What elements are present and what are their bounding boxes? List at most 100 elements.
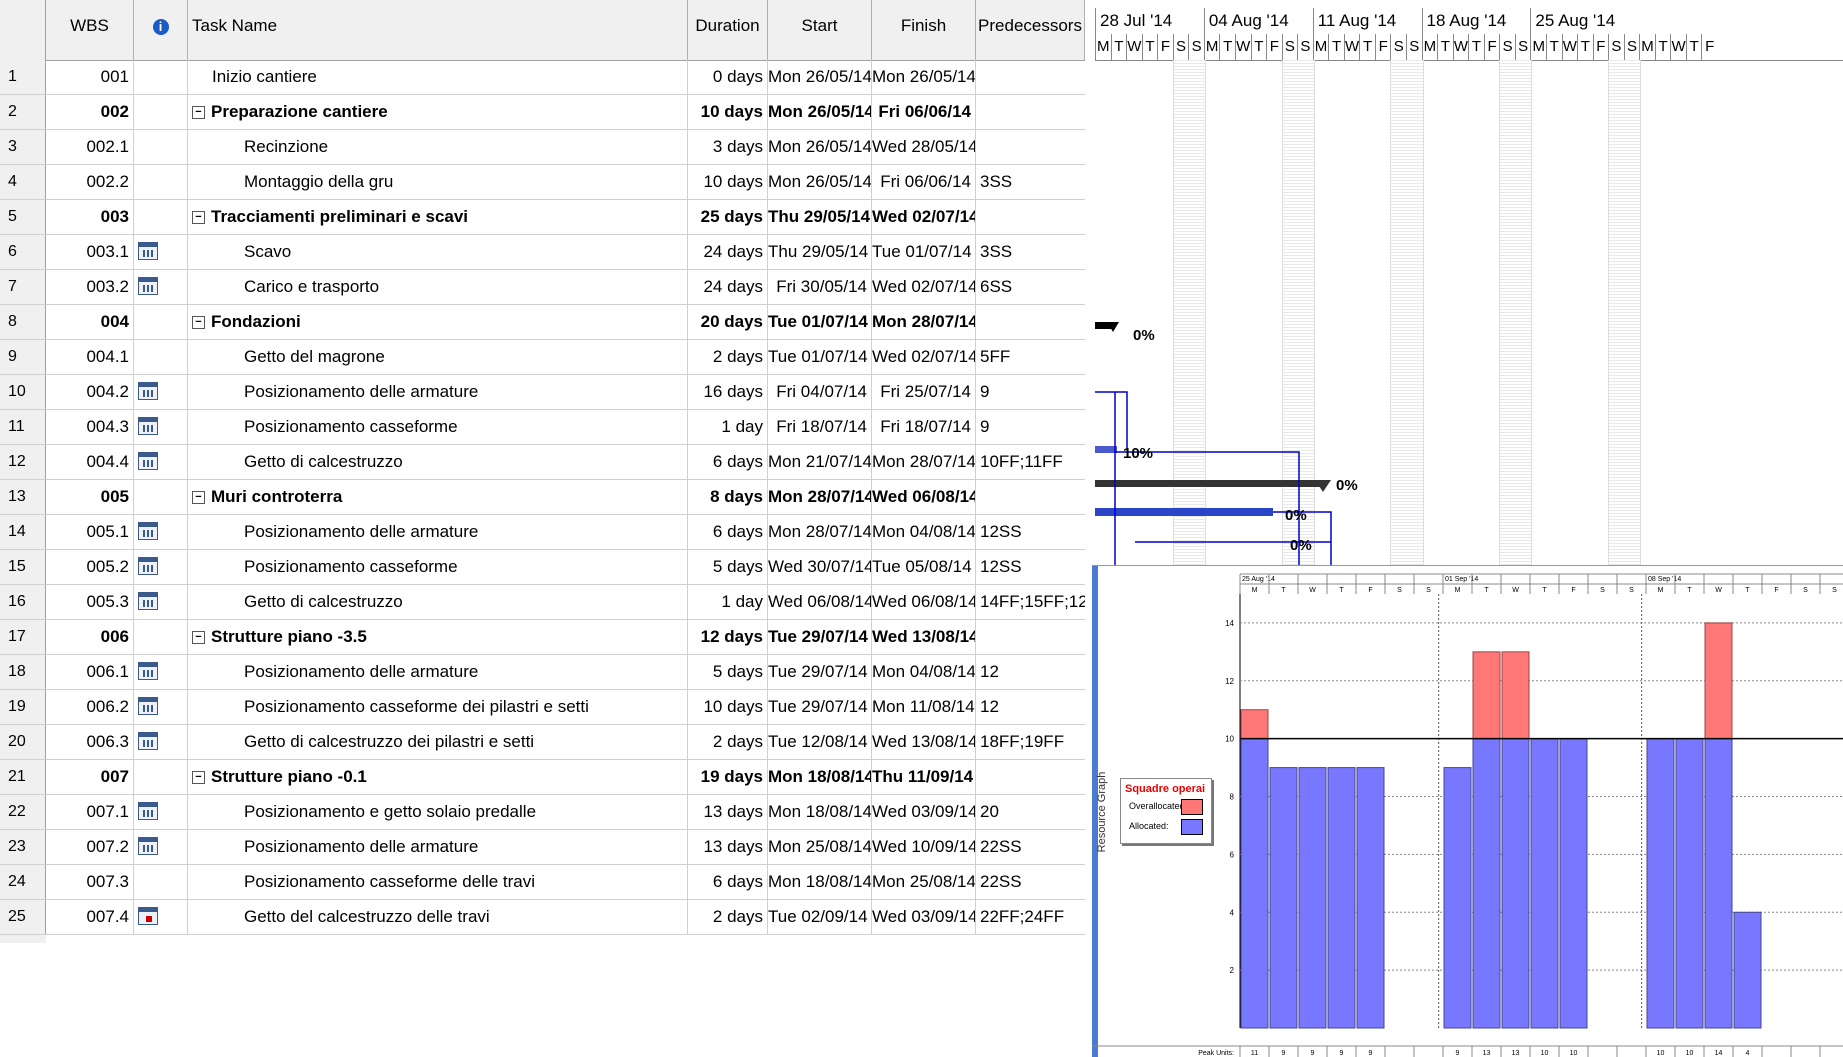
wbs-cell[interactable]: 005.2: [46, 550, 134, 584]
col-header-finish[interactable]: Finish: [872, 0, 976, 60]
indicator-cell[interactable]: [134, 760, 188, 794]
task-name-cell[interactable]: − Fondazioni: [188, 305, 688, 339]
finish-cell[interactable]: Thu 11/09/14: [872, 760, 976, 794]
wbs-cell[interactable]: 007.4: [46, 900, 134, 934]
finish-cell[interactable]: Wed 02/07/14: [872, 340, 976, 374]
finish-cell[interactable]: Wed 28/05/14: [872, 130, 976, 164]
start-cell[interactable]: Tue 01/07/14: [768, 305, 872, 339]
task-name-cell[interactable]: Inizio cantiere: [188, 60, 688, 94]
wbs-cell[interactable]: 002.2: [46, 165, 134, 199]
task-name-cell[interactable]: Posizionamento delle armature: [188, 515, 688, 549]
overallocated-bar[interactable]: [1501, 651, 1530, 740]
predecessors-cell[interactable]: [976, 760, 1085, 794]
table-row[interactable]: 1 001 Inizio cantiere 0 days Mon 26/05/14 Mon…: [0, 60, 1085, 95]
finish-cell[interactable]: Mon 11/08/14: [872, 690, 976, 724]
duration-cell[interactable]: 6 days: [688, 515, 768, 549]
start-cell[interactable]: Fri 30/05/14: [768, 270, 872, 304]
allocated-bar[interactable]: [1530, 738, 1559, 1029]
wbs-cell[interactable]: 006.3: [46, 725, 134, 759]
finish-cell[interactable]: Wed 06/08/14: [872, 585, 976, 619]
wbs-cell[interactable]: 007.1: [46, 795, 134, 829]
collapse-icon[interactable]: −: [192, 771, 205, 785]
duration-cell[interactable]: 2 days: [688, 725, 768, 759]
predecessors-cell[interactable]: 10FF;11FF: [976, 445, 1085, 479]
row-number[interactable]: 22: [0, 795, 46, 829]
predecessors-cell[interactable]: 22SS: [976, 865, 1085, 899]
start-cell[interactable]: Tue 02/09/14: [768, 900, 872, 934]
collapse-icon[interactable]: −: [192, 106, 205, 120]
overallocated-bar[interactable]: [1240, 709, 1269, 740]
finish-cell[interactable]: Mon 26/05/14: [872, 60, 976, 94]
table-row[interactable]: 22 007.1 Posizionamento e getto solaio pre…: [0, 795, 1085, 830]
duration-cell[interactable]: 10 days: [688, 690, 768, 724]
duration-cell[interactable]: 25 days: [688, 200, 768, 234]
collapse-icon[interactable]: −: [192, 491, 205, 505]
task-name-cell[interactable]: Montaggio della gru: [188, 165, 688, 199]
duration-cell[interactable]: 1 day: [688, 585, 768, 619]
wbs-cell[interactable]: 003.2: [46, 270, 134, 304]
table-row[interactable]: 18 006.1 Posizionamento delle armature 5 da…: [0, 655, 1085, 690]
table-row[interactable]: 9 004.1 Getto del magrone 2 days Tue 01/07/1…: [0, 340, 1085, 375]
dependency-link[interactable]: [1095, 391, 1128, 448]
wbs-cell[interactable]: 003.1: [46, 235, 134, 269]
task-bar[interactable]: [1095, 508, 1273, 516]
predecessors-cell[interactable]: 22SS: [976, 830, 1085, 864]
table-row[interactable]: 2 002− Preparazione cantiere 10 days Mon 26/…: [0, 95, 1085, 130]
duration-cell[interactable]: 10 days: [688, 95, 768, 129]
allocated-bar[interactable]: [1646, 738, 1675, 1029]
wbs-cell[interactable]: 001: [46, 60, 134, 94]
task-name-cell[interactable]: Getto di calcestruzzo dei pilastri e set…: [188, 725, 688, 759]
wbs-cell[interactable]: 002.1: [46, 130, 134, 164]
row-number[interactable]: 23: [0, 830, 46, 864]
wbs-cell[interactable]: 004.2: [46, 375, 134, 409]
wbs-cell[interactable]: 004.1: [46, 340, 134, 374]
predecessors-cell[interactable]: 9: [976, 410, 1085, 444]
allocated-bar[interactable]: [1733, 911, 1762, 1029]
task-name-cell[interactable]: Posizionamento casseforme delle travi: [188, 865, 688, 899]
row-number[interactable]: 3: [0, 130, 46, 164]
task-name-cell[interactable]: − Strutture piano -3.5: [188, 620, 688, 654]
start-cell[interactable]: Tue 12/08/14: [768, 725, 872, 759]
duration-cell[interactable]: 0 days: [688, 60, 768, 94]
finish-cell[interactable]: Wed 03/09/14: [872, 795, 976, 829]
duration-cell[interactable]: 12 days: [688, 620, 768, 654]
predecessors-cell[interactable]: 5FF: [976, 340, 1085, 374]
predecessors-cell[interactable]: [976, 620, 1085, 654]
wbs-cell[interactable]: 006: [46, 620, 134, 654]
table-row[interactable]: 14 005.1 Posizionamento delle armature 6 da…: [0, 515, 1085, 550]
table-row[interactable]: 13 005− Muri controterra 8 days Mon 28/07/14…: [0, 480, 1085, 515]
start-cell[interactable]: Tue 01/07/14: [768, 340, 872, 374]
finish-cell[interactable]: Mon 28/07/14: [872, 445, 976, 479]
predecessors-cell[interactable]: 6SS: [976, 270, 1085, 304]
duration-cell[interactable]: 6 days: [688, 445, 768, 479]
table-row[interactable]: 8 004− Fondazioni 20 days Tue 01/07/14 Mon 28…: [0, 305, 1085, 340]
duration-cell[interactable]: 2 days: [688, 900, 768, 934]
task-bar[interactable]: [1095, 446, 1117, 453]
start-cell[interactable]: Tue 29/07/14: [768, 655, 872, 689]
row-number[interactable]: 6: [0, 235, 46, 269]
allocated-bar[interactable]: [1298, 767, 1327, 1029]
row-number[interactable]: 5: [0, 200, 46, 234]
row-number[interactable]: 8: [0, 305, 46, 339]
duration-cell[interactable]: 5 days: [688, 550, 768, 584]
row-number[interactable]: 11: [0, 410, 46, 444]
row-number[interactable]: 16: [0, 585, 46, 619]
table-row[interactable]: 15 005.2 Posizionamento casseforme 5 days We…: [0, 550, 1085, 585]
wbs-cell[interactable]: 006.2: [46, 690, 134, 724]
predecessors-cell[interactable]: 9: [976, 375, 1085, 409]
row-number[interactable]: 4: [0, 165, 46, 199]
row-number[interactable]: 20: [0, 725, 46, 759]
row-number[interactable]: 25: [0, 900, 46, 934]
start-cell[interactable]: Thu 29/05/14: [768, 235, 872, 269]
start-cell[interactable]: Mon 26/05/14: [768, 165, 872, 199]
predecessors-cell[interactable]: [976, 200, 1085, 234]
table-row[interactable]: 12 004.4 Getto di calcestruzzo 6 days Mon 21…: [0, 445, 1085, 480]
table-row[interactable]: 24 007.3 Posizionamento casseforme delle t…: [0, 865, 1085, 900]
resource-graph-panel[interactable]: Resource Graph Squadre operai Overalloca…: [1092, 565, 1843, 1057]
wbs-cell[interactable]: 004.3: [46, 410, 134, 444]
duration-cell[interactable]: 24 days: [688, 270, 768, 304]
task-name-cell[interactable]: Carico e trasporto: [188, 270, 688, 304]
predecessors-cell[interactable]: 12: [976, 655, 1085, 689]
allocated-bar[interactable]: [1443, 767, 1472, 1029]
task-name-cell[interactable]: Posizionamento casseforme: [188, 550, 688, 584]
